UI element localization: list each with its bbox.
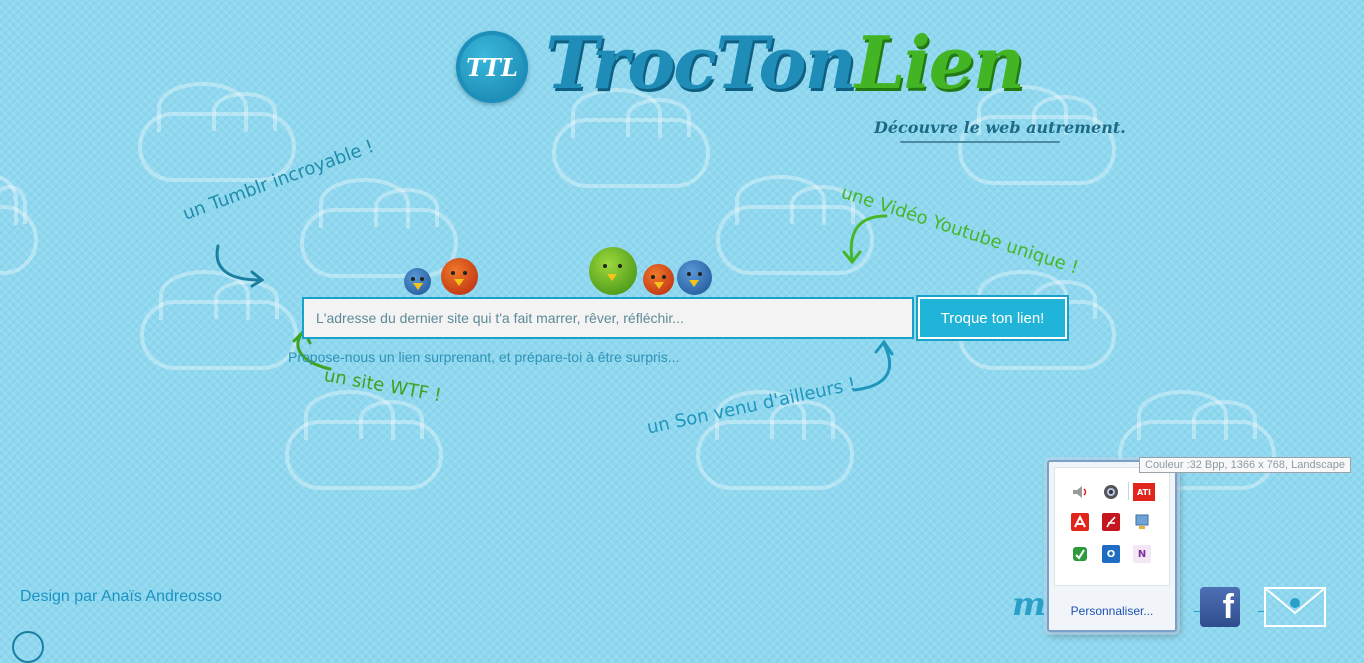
facebook-icon[interactable]: f [1200, 587, 1240, 627]
arrow-tumblr-icon [215, 244, 265, 288]
webcam-icon[interactable] [1102, 483, 1120, 501]
bird-blue-icon [677, 260, 712, 295]
bird-red-icon [441, 258, 478, 295]
background-cloud [300, 177, 458, 278]
outlook-icon[interactable]: O [1102, 545, 1120, 563]
sync-icon[interactable] [1071, 545, 1089, 563]
background-cloud [140, 269, 298, 370]
acrobat-icon[interactable] [1102, 513, 1120, 531]
logo-name-part2: Lien [854, 20, 1025, 105]
ati-icon[interactable]: ATI [1133, 483, 1155, 501]
facebook-glyph: f [1222, 588, 1234, 626]
logo-badge[interactable]: TTL [456, 31, 528, 103]
background-cloud [0, 174, 38, 275]
volume-icon[interactable] [1071, 483, 1089, 501]
search-hint: Propose-nous un lien surprenant, et prép… [288, 349, 680, 365]
bird-red-icon [643, 264, 674, 295]
display-info-tooltip: Couleur :32 Bpp, 1366 x 768, Landscape [1139, 457, 1351, 473]
arrow-son-icon [852, 339, 894, 392]
design-credit-link[interactable]: Design par Anaïs Andreosso [20, 588, 222, 606]
link-input[interactable] [302, 297, 914, 339]
avira-icon[interactable] [1071, 513, 1089, 531]
background-cloud [285, 389, 443, 490]
tagline: Découvre le web autrement. [874, 118, 1126, 137]
tray-customize-link[interactable]: Personnaliser... [1049, 604, 1175, 618]
tray-separator [1128, 482, 1129, 500]
submit-link-button[interactable]: Troque ton lien! [916, 295, 1069, 341]
tagline-underline [900, 141, 1060, 143]
partial-logo-text: m [1012, 585, 1046, 623]
bird-green-icon [589, 247, 637, 295]
onenote-icon[interactable]: N [1133, 545, 1151, 563]
system-tray-overflow-popup: ATI O N Personnaliser... [1047, 460, 1177, 632]
logo-name-part1: TrocTon [545, 20, 857, 105]
background-cloud [552, 87, 710, 188]
logo-badge-text: TTL [466, 52, 518, 82]
site-logo-text[interactable]: TrocTonLien [545, 20, 1025, 105]
background-cloud [696, 389, 854, 490]
mail-icon[interactable] [1264, 587, 1326, 627]
network-icon[interactable] [1133, 513, 1151, 531]
arrow-youtube-icon [842, 214, 888, 265]
bird-blue-icon [404, 268, 431, 295]
